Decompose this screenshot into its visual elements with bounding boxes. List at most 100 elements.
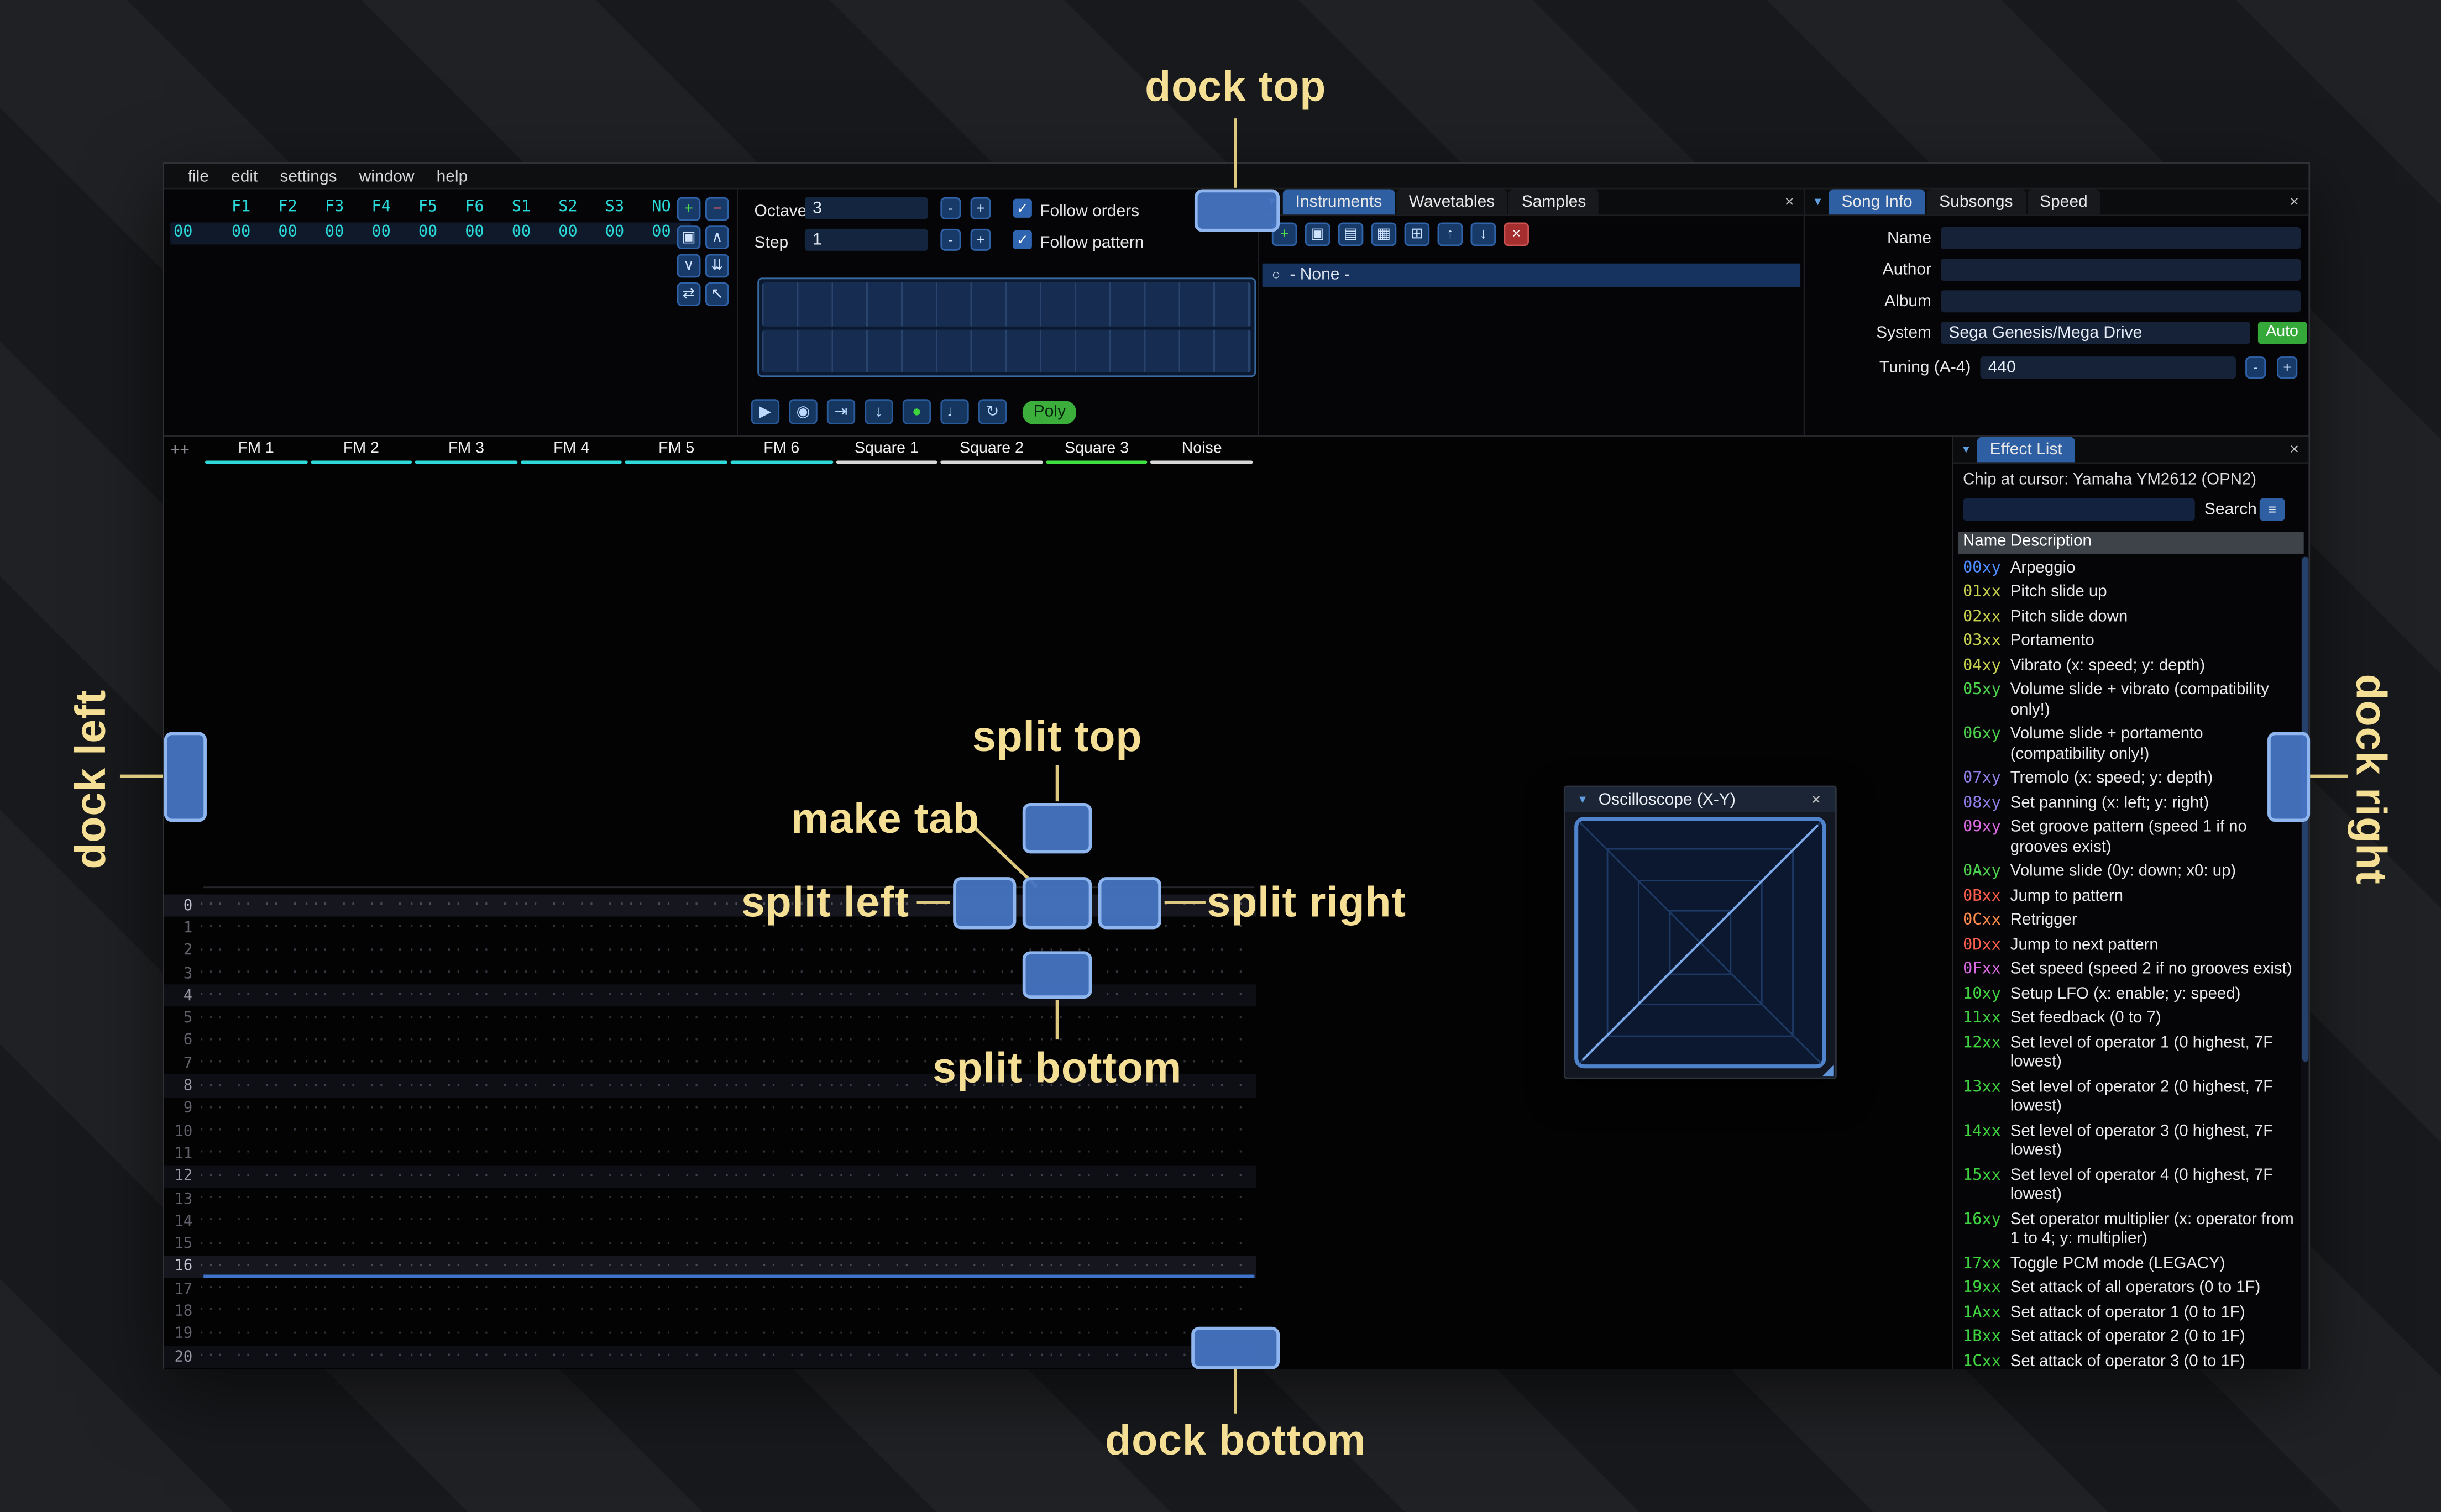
pattern-cell[interactable]: ··· ·· ·· ·· bbox=[197, 943, 302, 959]
pattern-cell[interactable]: ··· ·· ·· ·· bbox=[1143, 1101, 1248, 1117]
pattern-cell[interactable]: ··· ·· ·· ·· bbox=[302, 1304, 407, 1320]
pattern-cell[interactable]: ··· ·· ·· ·· bbox=[617, 1011, 722, 1027]
move-instrument-up-button[interactable]: ↑ bbox=[1437, 222, 1463, 246]
pattern-cell[interactable]: ··· ·· ·· ·· bbox=[512, 898, 617, 914]
pattern-cell[interactable]: ··· ·· ·· ·· bbox=[512, 1033, 617, 1049]
pattern-cell[interactable]: ··· ·· ·· ·· bbox=[617, 1259, 722, 1275]
pattern-cell[interactable]: ··· ·· ·· ·· bbox=[512, 1214, 617, 1230]
effect-list-row[interactable]: 03xx Portamento bbox=[1958, 630, 2301, 654]
instrument-list-item-none[interactable]: ○ - None - bbox=[1262, 263, 1801, 287]
channel-header[interactable]: FM 5 bbox=[624, 440, 729, 464]
pattern-cell[interactable]: ··· ·· ·· ·· bbox=[1038, 1011, 1143, 1027]
pattern-cell[interactable]: ··· ·· ·· ·· bbox=[1143, 965, 1248, 981]
deep-clone-order-button[interactable]: ⇊ bbox=[705, 254, 729, 278]
channel-header[interactable]: Square 2 bbox=[939, 440, 1044, 464]
pattern-cell[interactable]: ··· ·· ·· ·· bbox=[512, 1281, 617, 1297]
effect-list-scrollbar[interactable] bbox=[2301, 556, 2309, 1369]
split-bottom-target[interactable] bbox=[1022, 951, 1092, 999]
pattern-cell[interactable]: ··· ·· ·· ·· bbox=[617, 1056, 722, 1072]
step-input[interactable]: 1 bbox=[804, 228, 928, 251]
effect-list-menu-button[interactable]: ≡ bbox=[2259, 498, 2285, 521]
system-field[interactable]: Sega Genesis/Mega Drive bbox=[1941, 322, 2250, 344]
pattern-cell[interactable]: ··· ·· ·· ·· bbox=[407, 943, 512, 959]
menu-item[interactable]: file bbox=[177, 163, 220, 188]
pattern-cell[interactable]: ··· ·· ·· ·· bbox=[302, 1056, 407, 1072]
poly-toggle-button[interactable]: Poly bbox=[1022, 400, 1077, 424]
pattern-cell[interactable]: ··· ·· ·· ·· bbox=[407, 1349, 512, 1365]
dock-right-target[interactable] bbox=[2267, 732, 2311, 822]
pattern-cell[interactable]: ··· ·· ·· ·· bbox=[302, 920, 407, 936]
order-change-mode-button[interactable]: ⇄ bbox=[677, 282, 701, 306]
octave-input[interactable]: 3 bbox=[804, 197, 928, 219]
order-cell[interactable]: 00 bbox=[591, 222, 638, 244]
pattern-cell[interactable]: ··· ·· ·· ·· bbox=[827, 965, 933, 981]
pattern-cell[interactable]: ··· ·· ·· ·· bbox=[197, 1236, 302, 1252]
pattern-cell[interactable]: ··· ·· ·· ·· bbox=[1143, 1168, 1248, 1184]
repeat-pattern-button[interactable]: ↻ bbox=[978, 399, 1007, 424]
pattern-cell[interactable]: ··· ·· ·· ·· bbox=[933, 1124, 1038, 1140]
order-cell[interactable]: 00 bbox=[451, 222, 497, 244]
pattern-cell[interactable]: ··· ·· ·· ·· bbox=[512, 920, 617, 936]
pattern-cell[interactable]: ··· ·· ·· ·· bbox=[827, 1281, 933, 1297]
tab-wavetables[interactable]: Wavetables bbox=[1396, 189, 1508, 215]
pattern-cell[interactable]: ··· ·· ·· ·· bbox=[407, 1281, 512, 1297]
move-order-down-button[interactable]: ∨ bbox=[677, 254, 701, 278]
duplicate-order-button[interactable]: ▣ bbox=[677, 225, 701, 250]
pattern-cell[interactable]: ··· ·· ·· ·· bbox=[827, 1236, 933, 1252]
pattern-cell[interactable]: ··· ·· ·· ·· bbox=[302, 1326, 407, 1342]
pattern-cell[interactable]: ··· ·· ·· ·· bbox=[197, 965, 302, 981]
move-instrument-down-button[interactable]: ↓ bbox=[1470, 222, 1496, 246]
pattern-cell[interactable]: ··· ·· ·· ·· bbox=[1143, 1304, 1248, 1320]
pattern-cell[interactable]: ··· ·· ·· ·· bbox=[1038, 1191, 1143, 1207]
order-cell[interactable]: 00 bbox=[405, 222, 451, 244]
order-edit-button[interactable]: ↖ bbox=[705, 282, 729, 306]
pattern-cell[interactable]: ··· ·· ·· ·· bbox=[933, 1259, 1038, 1275]
play-pattern-button[interactable]: ◉ bbox=[789, 399, 818, 424]
pattern-cell[interactable]: ··· ·· ·· ·· bbox=[197, 1146, 302, 1162]
pattern-cell[interactable]: ··· ·· ·· ·· bbox=[197, 1304, 302, 1320]
tab-effect-list[interactable]: Effect List bbox=[1977, 437, 2075, 463]
pattern-cell[interactable]: ··· ·· ·· ·· bbox=[302, 1011, 407, 1027]
pattern-cell[interactable]: ··· ·· ·· ·· bbox=[407, 1259, 512, 1275]
pattern-cell[interactable]: ··· ·· ·· ·· bbox=[512, 1304, 617, 1320]
pattern-cell[interactable]: ··· ·· ·· ·· bbox=[407, 1056, 512, 1072]
tuning-field[interactable]: 440 bbox=[1980, 356, 2236, 379]
pattern-cell[interactable]: ··· ·· ·· ·· bbox=[197, 1168, 302, 1184]
pattern-cell[interactable]: ··· ·· ·· ·· bbox=[302, 1214, 407, 1230]
pattern-cell[interactable]: ··· ·· ·· ·· bbox=[933, 1349, 1038, 1365]
pattern-cell[interactable]: ··· ·· ·· ·· bbox=[197, 1033, 302, 1049]
pattern-cell[interactable]: ··· ·· ·· ·· bbox=[722, 1281, 827, 1297]
tuning-increase-button[interactable]: + bbox=[2277, 356, 2298, 379]
pattern-cell[interactable]: ··· ·· ·· ·· bbox=[617, 988, 722, 1004]
pattern-cell[interactable]: ··· ·· ·· ·· bbox=[197, 1078, 302, 1094]
tuning-decrease-button[interactable]: - bbox=[2245, 356, 2266, 379]
pattern-cell[interactable]: ··· ·· ·· ·· bbox=[722, 1124, 827, 1140]
pattern-cell[interactable]: ··· ·· ·· ·· bbox=[617, 1214, 722, 1230]
save-instrument-button[interactable]: ▦ bbox=[1371, 222, 1397, 246]
pattern-cell[interactable]: ··· ·· ·· ·· bbox=[1143, 1214, 1248, 1230]
channel-header[interactable]: Square 1 bbox=[834, 440, 939, 464]
pattern-cell[interactable]: ··· ·· ·· ·· bbox=[722, 1101, 827, 1117]
pattern-cell[interactable]: ··· ·· ·· ·· bbox=[827, 1011, 933, 1027]
effect-list-row[interactable]: 04xy Vibrato (x: speed; y: depth) bbox=[1958, 655, 2301, 679]
split-left-target[interactable] bbox=[953, 877, 1017, 930]
pattern-cell[interactable]: ··· ·· ·· ·· bbox=[933, 1281, 1038, 1297]
pattern-cell[interactable]: ··· ·· ·· ·· bbox=[407, 898, 512, 914]
pattern-cell[interactable]: ··· ·· ·· ·· bbox=[617, 1349, 722, 1365]
channel-header[interactable]: FM 1 bbox=[203, 440, 308, 464]
pattern-cell[interactable]: ··· ·· ·· ·· bbox=[933, 1101, 1038, 1117]
pattern-cell[interactable]: ··· ·· ·· ·· bbox=[407, 1011, 512, 1027]
effect-list-row[interactable]: 0Axy Volume slide (0y: down; x0: up) bbox=[1958, 860, 2301, 885]
pattern-cell[interactable]: ··· ·· ·· ·· bbox=[512, 1236, 617, 1252]
order-cell[interactable]: 00 bbox=[544, 222, 591, 244]
pattern-cell[interactable]: ··· ·· ·· ·· bbox=[1038, 1349, 1143, 1365]
pattern-cell[interactable]: ··· ·· ·· ·· bbox=[197, 1011, 302, 1027]
pattern-cell[interactable]: ··· ·· ·· ·· bbox=[407, 1146, 512, 1162]
pattern-cell[interactable]: ··· ·· ·· ·· bbox=[197, 1326, 302, 1342]
pattern-cell[interactable]: ··· ·· ·· ·· bbox=[617, 1191, 722, 1207]
pattern-cell[interactable]: ··· ·· ·· ·· bbox=[722, 988, 827, 1004]
pattern-cell[interactable]: ··· ·· ·· ·· bbox=[617, 965, 722, 981]
pattern-cell[interactable]: ··· ·· ·· ·· bbox=[933, 943, 1038, 959]
effect-list-row[interactable]: 05xy Volume slide + vibrato (compatibili… bbox=[1958, 679, 2301, 723]
play-button[interactable]: ▶ bbox=[751, 399, 780, 424]
